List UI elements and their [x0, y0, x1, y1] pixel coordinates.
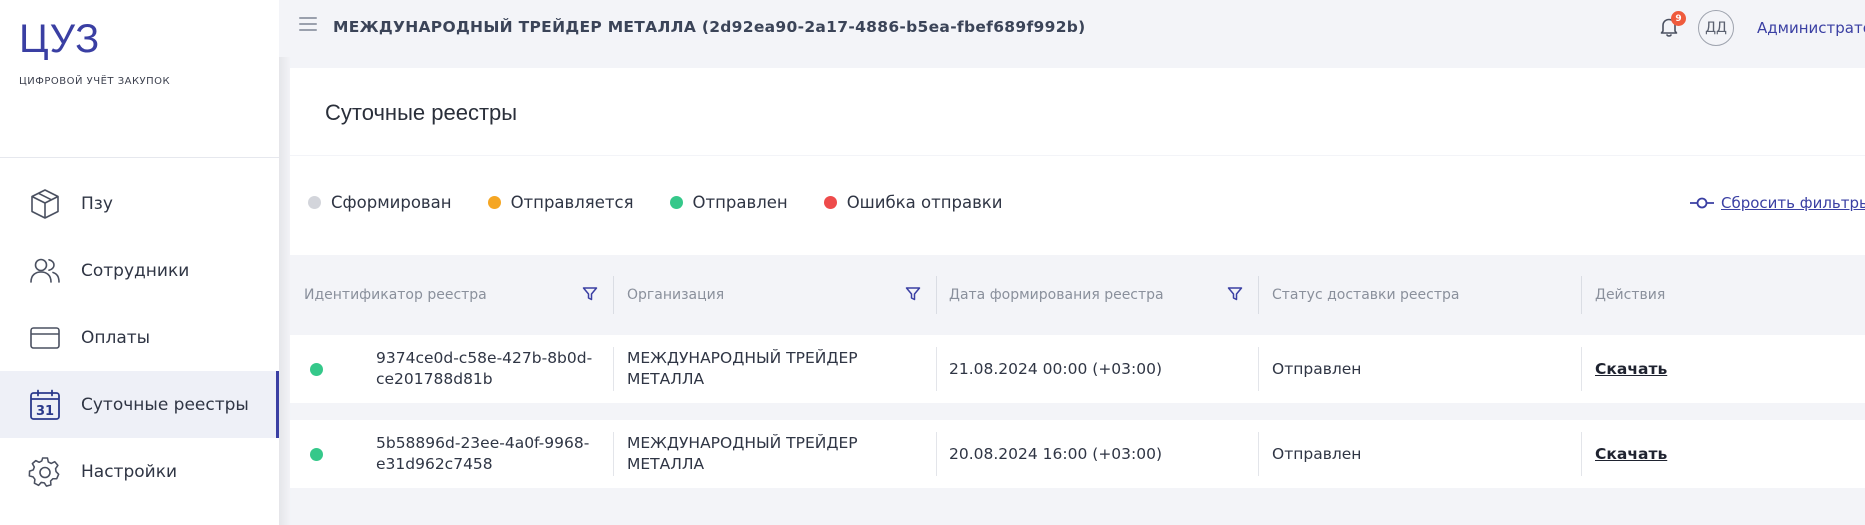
app-logo[interactable]: ЦУЗ — [19, 17, 100, 62]
organization-line: МЕЖДУНАРОДНЫЙ ТРЕЙДЕР — [627, 434, 858, 452]
column-header-registry-id: Идентификатор реестра — [304, 256, 598, 334]
users-icon — [28, 254, 62, 288]
notification-badge: 9 — [1671, 11, 1686, 26]
sidebar-item-label: Настройки — [81, 461, 178, 482]
status-dot-icon — [310, 363, 323, 376]
table-row[interactable]: 5b58896d-23ee-4a0f-9968- e31d962c7458 МЕ… — [290, 420, 1865, 488]
status-cell: Отправлен — [1272, 359, 1362, 378]
column-divider — [613, 347, 614, 391]
legend-item-sent[interactable]: Отправлен — [669, 193, 788, 212]
organization-line: МЕЖДУНАРОДНЫЙ ТРЕЙДЕР — [627, 349, 858, 367]
organization-cell: МЕЖДУНАРОДНЫЙ ТРЕЙДЕР МЕТАЛЛА — [627, 420, 927, 488]
legend-label: Сформирован — [331, 193, 452, 212]
legend-label: Ошибка отправки — [846, 193, 1003, 212]
sidebar-item-payments[interactable]: Оплаты — [0, 304, 279, 371]
page-title: Суточные реестры — [325, 100, 518, 125]
registry-id-line: 9374ce0d-c58e-427b-8b0d- — [376, 349, 593, 367]
column-divider — [1258, 347, 1259, 391]
column-divider — [1258, 276, 1259, 314]
app-logo-subtitle: ЦИФРОВОЙ УЧЁТ ЗАКУПОК — [19, 76, 171, 87]
column-header-delivery-status: Статус доставки реестра — [1272, 256, 1572, 334]
column-header-label: Дата формирования реестра — [949, 287, 1164, 303]
column-header-organization: Организация — [627, 256, 921, 334]
sidebar: ЦУЗ ЦИФРОВОЙ УЧЁТ ЗАКУПОК Пзу Сотрудники… — [0, 0, 279, 525]
sidebar-divider — [0, 157, 279, 158]
date-cell: 21.08.2024 00:00 (+03:00) — [949, 359, 1163, 378]
sidebar-item-label: Сотрудники — [81, 260, 190, 281]
sidebar-item-label: Оплаты — [81, 327, 151, 348]
registry-id-cell: 9374ce0d-c58e-427b-8b0d- ce201788d81b — [376, 335, 606, 403]
status-cell: Отправлен — [1272, 444, 1362, 463]
sidebar-item-employees[interactable]: Сотрудники — [0, 237, 279, 304]
registry-id-cell: 5b58896d-23ee-4a0f-9968- e31d962c7458 — [376, 420, 606, 488]
legend-item-formed[interactable]: Сформирован — [308, 193, 452, 212]
sidebar-item-pzu[interactable]: Пзу — [0, 170, 279, 237]
registry-id-line: 5b58896d-23ee-4a0f-9968- — [376, 434, 590, 452]
top-bar: МЕЖДУНАРОДНЫЙ ТРЕЙДЕР МЕТАЛЛА (2d92ea90-… — [279, 0, 1865, 57]
sidebar-item-label: Пзу — [81, 193, 113, 214]
filter-icon[interactable] — [582, 286, 598, 302]
column-header-label: Идентификатор реестра — [304, 287, 487, 303]
status-dot-icon — [823, 196, 837, 209]
reset-filter-icon — [1690, 197, 1714, 209]
sidebar-item-settings[interactable]: Настройки — [0, 438, 279, 505]
column-divider — [613, 276, 614, 314]
status-dot-icon — [308, 196, 321, 209]
sidebar-nav: Пзу Сотрудники Оплаты 31 Суточные реестр… — [0, 170, 279, 505]
legend-item-error[interactable]: Ошибка отправки — [823, 193, 1003, 212]
download-link[interactable]: Скачать — [1595, 359, 1667, 380]
status-dot-icon — [310, 448, 323, 461]
table-header: Идентификатор реестра Организация Дата ф… — [290, 256, 1865, 334]
column-divider — [1581, 276, 1582, 314]
actions-cell: Скачать — [1595, 420, 1795, 488]
column-divider — [936, 347, 937, 391]
download-link[interactable]: Скачать — [1595, 444, 1667, 465]
column-divider — [1581, 432, 1582, 476]
column-header-label: Действия — [1595, 287, 1666, 303]
organization-cell: МЕЖДУНАРОДНЫЙ ТРЕЙДЕР МЕТАЛЛА — [627, 335, 927, 403]
column-divider — [1581, 347, 1582, 391]
organization-line: МЕТАЛЛА — [627, 455, 705, 473]
reset-filters-label: Сбросить фильтры — [1721, 194, 1865, 212]
sidebar-item-daily-registers[interactable]: 31 Суточные реестры — [0, 371, 279, 438]
column-divider — [936, 276, 937, 314]
column-header-label: Организация — [627, 287, 725, 303]
sidebar-item-label: Суточные реестры — [81, 394, 249, 415]
column-header-label: Статус доставки реестра — [1272, 287, 1460, 303]
table-row[interactable]: 9374ce0d-c58e-427b-8b0d- ce201788d81b МЕ… — [290, 335, 1865, 403]
legend-label: Отправляется — [510, 193, 634, 212]
legend-label: Отправлен — [692, 193, 788, 212]
status-dot-icon — [669, 196, 683, 209]
box-icon — [28, 187, 62, 221]
column-header-formation-date: Дата формирования реестра — [949, 256, 1243, 334]
legend-item-sending[interactable]: Отправляется — [487, 193, 634, 212]
actions-cell: Скачать — [1595, 335, 1795, 403]
avatar[interactable]: ДД — [1698, 10, 1734, 46]
column-divider — [613, 432, 614, 476]
status-legend-panel: Сформирован Отправляется Отправлен Ошибк… — [290, 156, 1865, 255]
registry-id-line: ce201788d81b — [376, 370, 493, 388]
card-icon — [28, 321, 62, 355]
user-name[interactable]: Администратор — [1757, 19, 1865, 37]
page-title-panel: Суточные реестры — [290, 68, 1865, 155]
calendar-icon: 31 — [28, 388, 62, 422]
column-divider — [936, 432, 937, 476]
reset-filters-link[interactable]: Сбросить фильтры — [1689, 194, 1865, 212]
status-dot-icon — [487, 196, 501, 209]
column-header-actions: Действия — [1595, 256, 1795, 334]
filter-icon[interactable] — [1227, 286, 1243, 302]
filter-icon[interactable] — [905, 286, 921, 302]
organization-title: МЕЖДУНАРОДНЫЙ ТРЕЙДЕР МЕТАЛЛА (2d92ea90-… — [333, 18, 1086, 36]
registry-id-line: e31d962c7458 — [376, 455, 493, 473]
date-cell: 20.08.2024 16:00 (+03:00) — [949, 444, 1163, 463]
menu-toggle-icon[interactable] — [299, 17, 317, 35]
status-legend: Сформирован Отправляется Отправлен Ошибк… — [308, 193, 1039, 212]
column-divider — [1258, 432, 1259, 476]
calendar-day: 31 — [36, 404, 54, 419]
gear-icon — [28, 455, 62, 489]
organization-line: МЕТАЛЛА — [627, 370, 705, 388]
